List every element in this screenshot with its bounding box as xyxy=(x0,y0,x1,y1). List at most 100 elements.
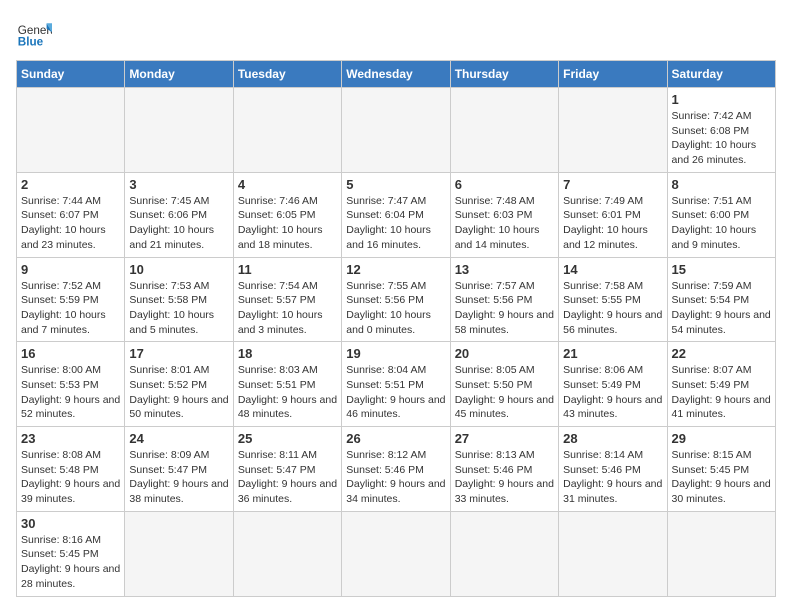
calendar-cell: 25 Sunrise: 8:11 AM Sunset: 5:47 PM Dayli… xyxy=(233,427,341,512)
day-number: 10 xyxy=(129,262,228,277)
calendar-cell: 21 Sunrise: 8:06 AM Sunset: 5:49 PM Dayli… xyxy=(559,342,667,427)
svg-text:Blue: Blue xyxy=(18,36,44,49)
day-number: 2 xyxy=(21,177,120,192)
day-number: 23 xyxy=(21,431,120,446)
day-info: Sunrise: 8:07 AM Sunset: 5:49 PM Dayligh… xyxy=(672,363,771,422)
calendar-cell: 1 Sunrise: 7:42 AM Sunset: 6:08 PM Daylig… xyxy=(667,88,775,173)
calendar-week-row: 2 Sunrise: 7:44 AM Sunset: 6:07 PM Daylig… xyxy=(17,172,776,257)
calendar-cell xyxy=(559,511,667,596)
calendar-cell xyxy=(450,511,558,596)
day-info: Sunrise: 7:42 AM Sunset: 6:08 PM Dayligh… xyxy=(672,109,771,168)
day-info: Sunrise: 8:06 AM Sunset: 5:49 PM Dayligh… xyxy=(563,363,662,422)
day-info: Sunrise: 7:45 AM Sunset: 6:06 PM Dayligh… xyxy=(129,194,228,253)
day-info: Sunrise: 7:55 AM Sunset: 5:56 PM Dayligh… xyxy=(346,279,445,338)
day-info: Sunrise: 8:16 AM Sunset: 5:45 PM Dayligh… xyxy=(21,533,120,592)
day-info: Sunrise: 7:52 AM Sunset: 5:59 PM Dayligh… xyxy=(21,279,120,338)
logo-icon: General Blue xyxy=(16,16,52,52)
day-number: 3 xyxy=(129,177,228,192)
day-number: 26 xyxy=(346,431,445,446)
weekday-header-tuesday: Tuesday xyxy=(233,61,341,88)
calendar-cell: 14 Sunrise: 7:58 AM Sunset: 5:55 PM Dayli… xyxy=(559,257,667,342)
calendar-cell: 24Sunrise: 8:09 AM Sunset: 5:47 PM Dayli… xyxy=(125,427,233,512)
calendar-cell xyxy=(17,88,125,173)
day-number: 12 xyxy=(346,262,445,277)
calendar-cell: 28 Sunrise: 8:14 AM Sunset: 5:46 PM Dayli… xyxy=(559,427,667,512)
calendar-cell xyxy=(667,511,775,596)
calendar-cell: 9Sunrise: 7:52 AM Sunset: 5:59 PM Daylig… xyxy=(17,257,125,342)
weekday-header-wednesday: Wednesday xyxy=(342,61,450,88)
day-info: Sunrise: 8:13 AM Sunset: 5:46 PM Dayligh… xyxy=(455,448,554,507)
calendar-cell: 16 Sunrise: 8:00 AM Sunset: 5:53 PM Dayli… xyxy=(17,342,125,427)
day-info: Sunrise: 8:12 AM Sunset: 5:46 PM Dayligh… xyxy=(346,448,445,507)
day-info: Sunrise: 7:51 AM Sunset: 6:00 PM Dayligh… xyxy=(672,194,771,253)
calendar-cell xyxy=(233,88,341,173)
day-number: 6 xyxy=(455,177,554,192)
day-number: 16 xyxy=(21,346,120,361)
day-info: Sunrise: 8:15 AM Sunset: 5:45 PM Dayligh… xyxy=(672,448,771,507)
day-number: 14 xyxy=(563,262,662,277)
calendar-cell: 11Sunrise: 7:54 AM Sunset: 5:57 PM Dayli… xyxy=(233,257,341,342)
day-number: 11 xyxy=(238,262,337,277)
day-number: 22 xyxy=(672,346,771,361)
day-info: Sunrise: 7:48 AM Sunset: 6:03 PM Dayligh… xyxy=(455,194,554,253)
day-info: Sunrise: 7:58 AM Sunset: 5:55 PM Dayligh… xyxy=(563,279,662,338)
logo: General Blue xyxy=(16,16,52,52)
weekday-header-thursday: Thursday xyxy=(450,61,558,88)
calendar-cell: 23 Sunrise: 8:08 AM Sunset: 5:48 PM Dayli… xyxy=(17,427,125,512)
calendar-week-row: 23 Sunrise: 8:08 AM Sunset: 5:48 PM Dayli… xyxy=(17,427,776,512)
day-number: 18 xyxy=(238,346,337,361)
day-info: Sunrise: 7:46 AM Sunset: 6:05 PM Dayligh… xyxy=(238,194,337,253)
calendar-week-row: 9Sunrise: 7:52 AM Sunset: 5:59 PM Daylig… xyxy=(17,257,776,342)
calendar-cell: 13Sunrise: 7:57 AM Sunset: 5:56 PM Dayli… xyxy=(450,257,558,342)
calendar-cell: 27 Sunrise: 8:13 AM Sunset: 5:46 PM Dayli… xyxy=(450,427,558,512)
calendar-cell: 17 Sunrise: 8:01 AM Sunset: 5:52 PM Dayli… xyxy=(125,342,233,427)
day-info: Sunrise: 8:00 AM Sunset: 5:53 PM Dayligh… xyxy=(21,363,120,422)
calendar-cell xyxy=(125,511,233,596)
day-info: Sunrise: 8:14 AM Sunset: 5:46 PM Dayligh… xyxy=(563,448,662,507)
day-info: Sunrise: 8:05 AM Sunset: 5:50 PM Dayligh… xyxy=(455,363,554,422)
day-number: 28 xyxy=(563,431,662,446)
day-info: Sunrise: 8:11 AM Sunset: 5:47 PM Dayligh… xyxy=(238,448,337,507)
day-info: Sunrise: 8:03 AM Sunset: 5:51 PM Dayligh… xyxy=(238,363,337,422)
calendar-cell xyxy=(125,88,233,173)
calendar-week-row: 30 Sunrise: 8:16 AM Sunset: 5:45 PM Dayli… xyxy=(17,511,776,596)
day-info: Sunrise: 7:59 AM Sunset: 5:54 PM Dayligh… xyxy=(672,279,771,338)
calendar-cell: 6 Sunrise: 7:48 AM Sunset: 6:03 PM Daylig… xyxy=(450,172,558,257)
calendar-cell: 4 Sunrise: 7:46 AM Sunset: 6:05 PM Daylig… xyxy=(233,172,341,257)
day-info: Sunrise: 7:57 AM Sunset: 5:56 PM Dayligh… xyxy=(455,279,554,338)
calendar-cell: 22 Sunrise: 8:07 AM Sunset: 5:49 PM Dayli… xyxy=(667,342,775,427)
day-info: Sunrise: 8:01 AM Sunset: 5:52 PM Dayligh… xyxy=(129,363,228,422)
calendar-cell xyxy=(342,88,450,173)
day-info: Sunrise: 8:04 AM Sunset: 5:51 PM Dayligh… xyxy=(346,363,445,422)
day-number: 5 xyxy=(346,177,445,192)
day-number: 21 xyxy=(563,346,662,361)
day-number: 4 xyxy=(238,177,337,192)
day-info: Sunrise: 7:47 AM Sunset: 6:04 PM Dayligh… xyxy=(346,194,445,253)
calendar-cell: 12 Sunrise: 7:55 AM Sunset: 5:56 PM Dayli… xyxy=(342,257,450,342)
day-number: 19 xyxy=(346,346,445,361)
day-number: 27 xyxy=(455,431,554,446)
weekday-header-row: SundayMondayTuesdayWednesdayThursdayFrid… xyxy=(17,61,776,88)
day-number: 24 xyxy=(129,431,228,446)
day-number: 25 xyxy=(238,431,337,446)
calendar-cell: 2 Sunrise: 7:44 AM Sunset: 6:07 PM Daylig… xyxy=(17,172,125,257)
day-info: Sunrise: 8:08 AM Sunset: 5:48 PM Dayligh… xyxy=(21,448,120,507)
weekday-header-sunday: Sunday xyxy=(17,61,125,88)
calendar-cell: 20 Sunrise: 8:05 AM Sunset: 5:50 PM Dayli… xyxy=(450,342,558,427)
day-number: 1 xyxy=(672,92,771,107)
page-header: General Blue xyxy=(16,16,776,52)
weekday-header-monday: Monday xyxy=(125,61,233,88)
calendar-cell xyxy=(559,88,667,173)
day-number: 30 xyxy=(21,516,120,531)
day-info: Sunrise: 7:44 AM Sunset: 6:07 PM Dayligh… xyxy=(21,194,120,253)
day-number: 8 xyxy=(672,177,771,192)
calendar-cell: 18 Sunrise: 8:03 AM Sunset: 5:51 PM Dayli… xyxy=(233,342,341,427)
day-info: Sunrise: 7:53 AM Sunset: 5:58 PM Dayligh… xyxy=(129,279,228,338)
calendar-cell: 26 Sunrise: 8:12 AM Sunset: 5:46 PM Dayli… xyxy=(342,427,450,512)
calendar-cell: 7Sunrise: 7:49 AM Sunset: 6:01 PM Daylig… xyxy=(559,172,667,257)
weekday-header-saturday: Saturday xyxy=(667,61,775,88)
day-number: 20 xyxy=(455,346,554,361)
day-number: 17 xyxy=(129,346,228,361)
weekday-header-friday: Friday xyxy=(559,61,667,88)
calendar-cell: 19 Sunrise: 8:04 AM Sunset: 5:51 PM Dayli… xyxy=(342,342,450,427)
